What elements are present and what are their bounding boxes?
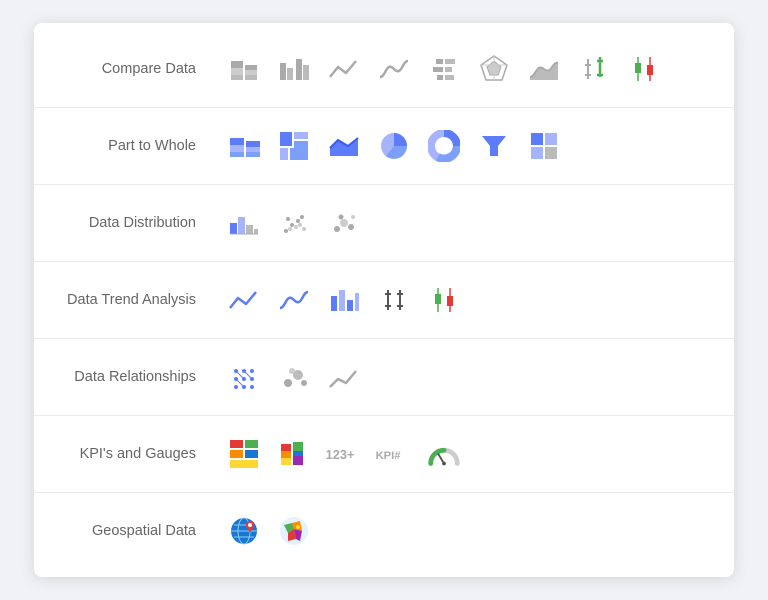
icons-data-distribution xyxy=(224,203,364,243)
row-data-distribution: Data Distribution xyxy=(34,185,734,262)
diverging-bar-icon[interactable] xyxy=(424,49,464,89)
line-chart-icon[interactable] xyxy=(324,49,364,89)
donut-chart-icon[interactable] xyxy=(424,126,464,166)
icons-data-trend xyxy=(224,280,464,320)
trend-highlow-icon[interactable] xyxy=(374,280,414,320)
stacked-bar-icon[interactable] xyxy=(224,49,264,89)
label-data-distribution: Data Distribution xyxy=(34,215,224,231)
kpi-stacked-icon[interactable] xyxy=(274,434,314,474)
gauge-icon[interactable] xyxy=(424,434,464,474)
label-compare-data: Compare Data xyxy=(34,61,224,77)
chart-types-card: Compare Data xyxy=(34,23,734,577)
radar-icon[interactable] xyxy=(474,49,514,89)
trend-smooth-icon[interactable] xyxy=(274,280,314,320)
histogram-icon[interactable] xyxy=(224,203,264,243)
grouped-bar-icon[interactable] xyxy=(274,49,314,89)
area-blue-icon[interactable] xyxy=(324,126,364,166)
kpi-block-icon[interactable] xyxy=(224,434,264,474)
icons-geospatial xyxy=(224,511,314,551)
funnel-icon[interactable] xyxy=(474,126,514,166)
label-kpis-gauges: KPI's and Gauges xyxy=(34,446,224,462)
svg-text:KPI#: KPI# xyxy=(376,450,402,462)
icons-compare-data xyxy=(224,49,664,89)
network-small-icon[interactable] xyxy=(224,357,264,397)
row-data-trend: Data Trend Analysis xyxy=(34,262,734,339)
trend-line-icon[interactable] xyxy=(224,280,264,320)
highlow-chart-icon[interactable] xyxy=(574,49,614,89)
svg-text:123+: 123+ xyxy=(326,447,355,462)
trend-bar-icon[interactable] xyxy=(324,280,364,320)
row-geospatial: Geospatial Data xyxy=(34,493,734,569)
number-kpi-icon[interactable]: 123+ xyxy=(324,434,364,474)
label-data-trend: Data Trend Analysis xyxy=(34,292,224,308)
icons-data-relationships xyxy=(224,357,364,397)
relationship-line-icon[interactable] xyxy=(324,357,364,397)
candlestick-icon[interactable] xyxy=(624,49,664,89)
row-compare-data: Compare Data xyxy=(34,31,734,108)
smooth-line-icon[interactable] xyxy=(374,49,414,89)
row-data-relationships: Data Relationships xyxy=(34,339,734,416)
pie-chart-icon[interactable] xyxy=(374,126,414,166)
map-icon[interactable] xyxy=(274,511,314,551)
area-chart-icon[interactable] xyxy=(524,49,564,89)
globe-pin-icon[interactable] xyxy=(224,511,264,551)
label-data-relationships: Data Relationships xyxy=(34,369,224,385)
trend-candlestick-icon[interactable] xyxy=(424,280,464,320)
label-part-to-whole: Part to Whole xyxy=(34,138,224,154)
icons-kpis-gauges: 123+ KPI# xyxy=(224,434,464,474)
bubble-icon[interactable] xyxy=(274,357,314,397)
kpi-text-icon[interactable]: KPI# xyxy=(374,434,414,474)
row-kpis-gauges: KPI's and Gauges xyxy=(34,416,734,493)
waffle-icon[interactable] xyxy=(524,126,564,166)
treemap-icon[interactable] xyxy=(274,126,314,166)
row-part-to-whole: Part to Whole xyxy=(34,108,734,185)
icons-part-to-whole xyxy=(224,126,564,166)
stacked-bar-blue-icon[interactable] xyxy=(224,126,264,166)
scatter-large-icon[interactable] xyxy=(324,203,364,243)
scatter-small-icon[interactable] xyxy=(274,203,314,243)
label-geospatial: Geospatial Data xyxy=(34,523,224,539)
